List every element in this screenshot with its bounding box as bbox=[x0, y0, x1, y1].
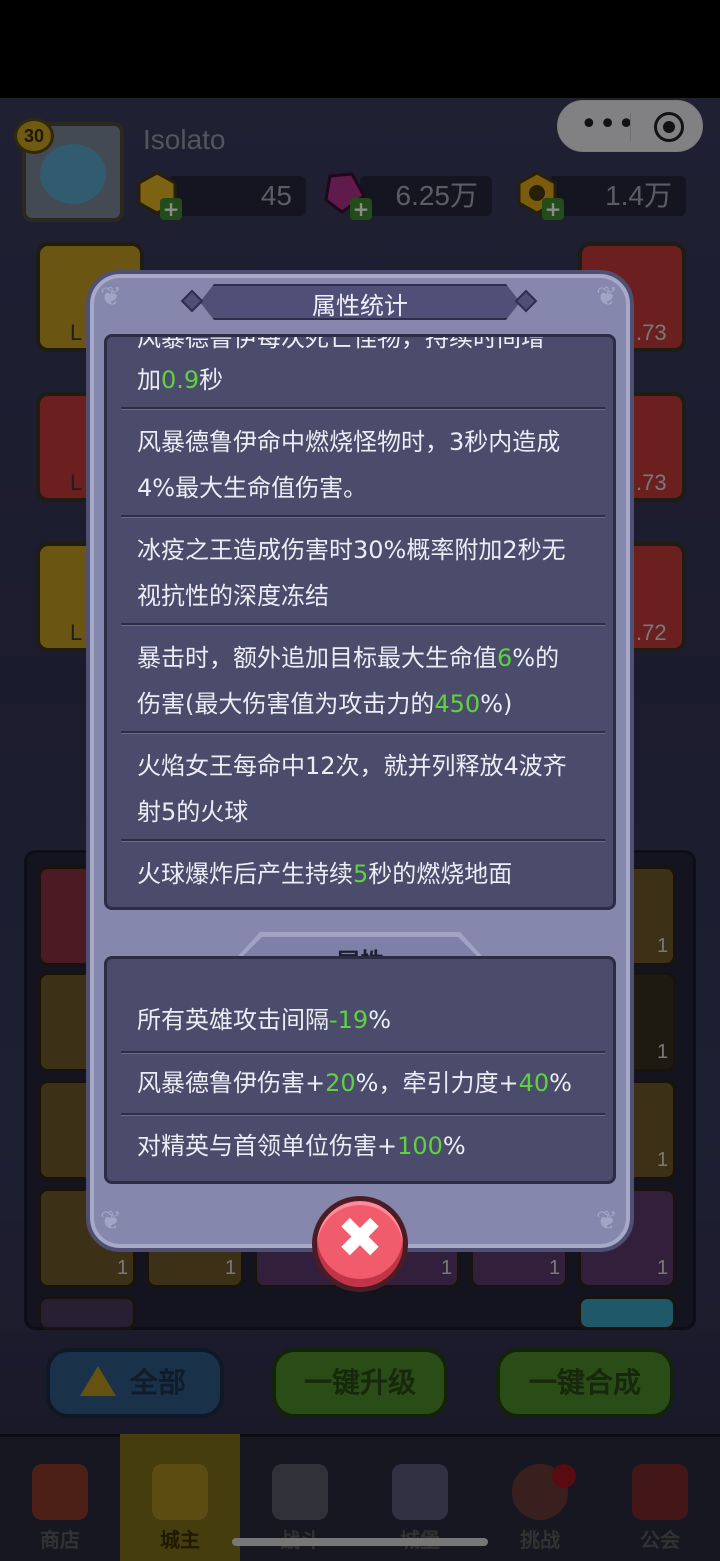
stat-line: 冰疫之王造成伤害时30%概率附加2秒无 bbox=[137, 536, 566, 564]
stat-divider bbox=[121, 731, 605, 734]
stat-divider bbox=[121, 623, 605, 626]
attribute-divider bbox=[121, 1113, 605, 1116]
stat-line: 4%最大生命值伤害。 bbox=[137, 474, 368, 502]
attribute-line: 风暴德鲁伊伤害+20%，牵引力度+40% bbox=[137, 1069, 572, 1097]
corner-ornament-icon: ❦ bbox=[100, 282, 122, 312]
stats-scroll-panel[interactable]: 风暴德鲁伊每次死亡怪物，持续时间增 加0.9秒 风暴德鲁伊命中燃烧怪物时，3秒内… bbox=[104, 334, 616, 910]
stat-divider bbox=[121, 839, 605, 842]
stat-line: 射5的火球 bbox=[137, 798, 249, 826]
status-bar-area bbox=[0, 0, 720, 98]
stat-divider bbox=[121, 515, 605, 518]
close-x-icon: ✖ bbox=[336, 1206, 384, 1271]
dialog-title: 属性统计 bbox=[312, 292, 408, 320]
stat-line: 视抗性的深度冻结 bbox=[137, 582, 329, 610]
stat-line: 火焰女王每命中12次，就并列释放4波齐 bbox=[137, 752, 567, 780]
stat-divider bbox=[121, 407, 605, 410]
stat-line: 伤害(最大伤害值为攻击力的450%) bbox=[137, 690, 513, 718]
attributes-panel: 所有英雄攻击间隔-19% 风暴德鲁伊伤害+20%，牵引力度+40% 对精英与首领… bbox=[104, 956, 616, 1184]
stat-line: 加0.9秒 bbox=[137, 366, 224, 394]
corner-ornament-icon: ❦ bbox=[596, 1206, 618, 1236]
stat-line: 暴击时，额外追加目标最大生命值6%的 bbox=[137, 644, 560, 672]
close-dialog-button[interactable]: ✖ bbox=[312, 1196, 408, 1292]
corner-ornament-icon: ❦ bbox=[596, 282, 618, 312]
corner-ornament-icon: ❦ bbox=[100, 1206, 122, 1236]
attribute-line: 所有英雄攻击间隔-19% bbox=[137, 1006, 392, 1034]
attribute-divider bbox=[121, 1051, 605, 1054]
stat-line: 风暴德鲁伊命中燃烧怪物时，3秒内造成 bbox=[137, 428, 561, 456]
home-indicator bbox=[232, 1538, 488, 1546]
attribute-line: 对精英与首领单位伤害+100% bbox=[137, 1132, 466, 1160]
stat-line: 火球爆炸后产生持续5秒的燃烧地面 bbox=[137, 860, 513, 888]
